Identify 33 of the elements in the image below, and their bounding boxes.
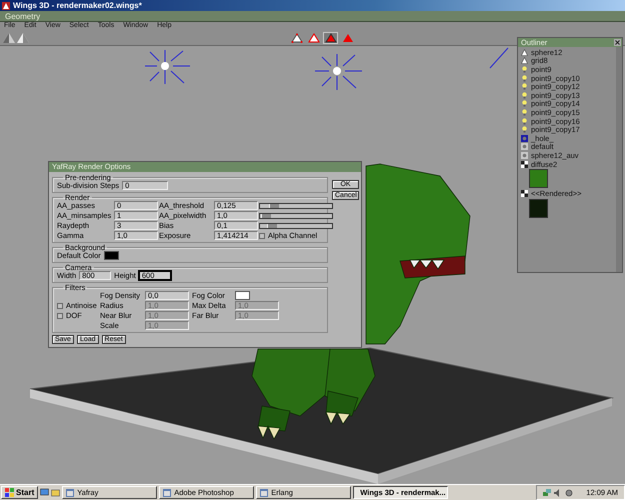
pyramid-icon[interactable] xyxy=(2,32,16,44)
window-icon xyxy=(163,488,172,496)
light-drawing xyxy=(314,54,362,90)
color-swatch[interactable] xyxy=(104,251,119,260)
close-icon[interactable] xyxy=(614,39,621,46)
pyramid-icon[interactable] xyxy=(16,32,30,44)
triangle-icon xyxy=(290,32,302,42)
checkbox[interactable] xyxy=(57,302,63,308)
light-bulb-icon xyxy=(521,66,528,73)
windows-logo xyxy=(5,488,14,497)
window-title: Wings 3D - rendermaker02.wings* xyxy=(13,1,142,10)
app-icon xyxy=(2,2,10,10)
selection-mode-button[interactable] xyxy=(289,32,304,44)
slider-thumb[interactable] xyxy=(261,214,272,218)
slider-thumb[interactable] xyxy=(269,204,280,208)
light-drawing xyxy=(144,50,190,84)
slider-thumb[interactable] xyxy=(267,224,278,228)
desktop-icon[interactable] xyxy=(40,488,50,497)
window-icon xyxy=(66,488,74,496)
light-ray xyxy=(490,48,508,68)
selection-mode-button[interactable] xyxy=(323,32,338,44)
color-swatch[interactable] xyxy=(235,291,250,300)
checker-icon xyxy=(521,160,528,168)
triangle-icon xyxy=(324,32,336,42)
window-icon xyxy=(260,488,268,496)
triangle-icon xyxy=(308,32,320,42)
triangle-icon xyxy=(342,32,354,42)
checkbox[interactable] xyxy=(57,312,63,318)
checker-icon xyxy=(521,190,528,198)
network-icon[interactable] xyxy=(543,488,552,496)
checkbox[interactable] xyxy=(259,232,265,238)
geometry-title: Geometry xyxy=(5,12,40,20)
start-button[interactable]: Start xyxy=(1,486,38,499)
